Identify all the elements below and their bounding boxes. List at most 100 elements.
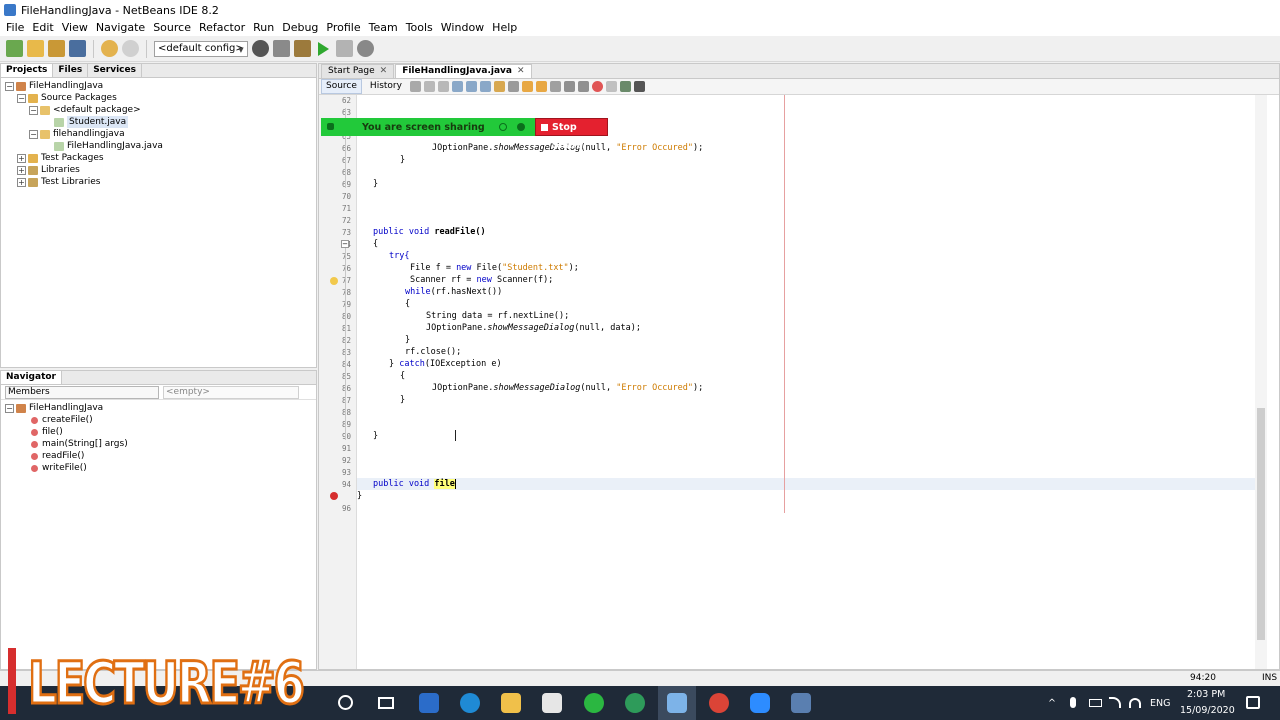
config-select[interactable]: <default config> ▼: [154, 40, 248, 57]
code-line[interactable]: {: [405, 299, 410, 309]
netbeans-taskbar-icon[interactable]: [667, 693, 687, 713]
find-next-icon[interactable]: [479, 81, 491, 92]
error-icon[interactable]: [330, 492, 338, 500]
menu-navigate[interactable]: Navigate: [92, 20, 149, 36]
microphone-icon[interactable]: [1070, 697, 1076, 708]
nav-member-item[interactable]: readFile(): [1, 450, 316, 462]
chrome-icon[interactable]: [709, 693, 729, 713]
whatsapp-icon[interactable]: [584, 693, 604, 713]
tree-item-filehandlingjava-package[interactable]: − filehandlingjava: [1, 128, 316, 140]
shift-right-icon[interactable]: [577, 81, 589, 92]
code-line[interactable]: public void file: [373, 479, 456, 489]
mail-icon[interactable]: [419, 693, 439, 713]
task-view-icon[interactable]: [378, 697, 394, 709]
menu-window[interactable]: Window: [437, 20, 488, 36]
source-mode-button[interactable]: Source: [321, 79, 362, 94]
file-explorer-icon[interactable]: [501, 693, 521, 713]
tree-item-main-java[interactable]: FileHandlingJava.java: [1, 140, 316, 152]
members-select[interactable]: Members: [5, 385, 159, 399]
tree-item-test-libraries[interactable]: + Test Libraries: [1, 176, 316, 188]
menu-debug[interactable]: Debug: [278, 20, 322, 36]
close-icon[interactable]: ✕: [380, 66, 388, 76]
open-project-icon[interactable]: [48, 40, 65, 57]
code-line[interactable]: rf.close();: [405, 347, 461, 357]
store-icon[interactable]: [542, 693, 562, 713]
clean-build-icon[interactable]: [294, 40, 311, 57]
wifi-icon[interactable]: [1129, 698, 1141, 708]
find-icon[interactable]: [451, 81, 463, 92]
stop-share-button[interactable]: Stop Share: [535, 118, 608, 151]
forward-icon[interactable]: [437, 81, 449, 92]
clock-time[interactable]: 2:03 PM: [1187, 689, 1225, 700]
code-line[interactable]: }: [405, 335, 410, 345]
nav-class-item[interactable]: − FileHandlingJava: [1, 402, 316, 414]
clock-date[interactable]: 15/09/2020: [1180, 705, 1235, 716]
tree-item-student-java[interactable]: Student.java: [1, 116, 316, 128]
uncomment-icon[interactable]: [633, 81, 645, 92]
bookmark-icon[interactable]: [507, 81, 519, 92]
code-line[interactable]: }: [400, 155, 405, 165]
tab-services[interactable]: Services: [88, 64, 142, 77]
collapse-icon[interactable]: −: [5, 403, 14, 413]
run-icon[interactable]: [318, 41, 329, 56]
menu-run[interactable]: Run: [249, 20, 278, 36]
tab-projects[interactable]: Projects: [1, 64, 54, 77]
tree-item-default-package[interactable]: − <default package>: [1, 104, 316, 116]
menu-team[interactable]: Team: [365, 20, 402, 36]
stop-macro-icon[interactable]: [605, 81, 617, 92]
battery-icon[interactable]: [1089, 699, 1102, 707]
toggle-bookmark-icon[interactable]: [549, 81, 561, 92]
code-line[interactable]: }: [373, 431, 378, 441]
code-line[interactable]: } catch(IOException e): [389, 359, 502, 369]
language-indicator[interactable]: ENG: [1150, 698, 1170, 709]
menu-source[interactable]: Source: [149, 20, 195, 36]
members-filter-select[interactable]: <empty>: [163, 385, 299, 399]
pause-share-icon[interactable]: [499, 123, 507, 131]
undo-icon[interactable]: [101, 40, 118, 57]
save-all-icon[interactable]: [69, 40, 86, 57]
menu-tools[interactable]: Tools: [402, 20, 437, 36]
menu-profile[interactable]: Profile: [322, 20, 364, 36]
nav-member-item[interactable]: createFile(): [1, 414, 316, 426]
menu-help[interactable]: Help: [488, 20, 521, 36]
screen-share-banner[interactable]: You are screen sharing: [321, 118, 535, 136]
collapse-icon[interactable]: −: [29, 129, 38, 139]
nav-member-item[interactable]: writeFile(): [1, 462, 316, 474]
code-line[interactable]: try{: [389, 251, 409, 261]
code-line[interactable]: {: [400, 371, 405, 381]
prev-bookmark-icon[interactable]: [521, 81, 533, 92]
code-line[interactable]: public void readFile(): [373, 227, 486, 237]
remote-desktop-icon[interactable]: [791, 693, 811, 713]
tree-item-libraries[interactable]: + Libraries: [1, 164, 316, 176]
code-line[interactable]: while(rf.hasNext()): [405, 287, 502, 297]
chevron-up-icon[interactable]: ^: [1048, 698, 1056, 709]
collapse-icon[interactable]: −: [5, 81, 14, 91]
next-bookmark-icon[interactable]: [535, 81, 547, 92]
tree-item-project[interactable]: − FileHandlingJava: [1, 80, 316, 92]
redo-icon[interactable]: [122, 40, 139, 57]
zoom-icon[interactable]: [750, 693, 770, 713]
collapse-icon[interactable]: −: [29, 105, 38, 115]
nav-member-item[interactable]: file(): [1, 426, 316, 438]
code-line[interactable]: {: [373, 239, 378, 249]
app-icon[interactable]: [625, 693, 645, 713]
tree-item-test-packages[interactable]: + Test Packages: [1, 152, 316, 164]
tab-navigator[interactable]: Navigator: [1, 371, 62, 384]
code-line[interactable]: }: [373, 179, 378, 189]
expand-icon[interactable]: +: [17, 177, 26, 187]
expand-icon[interactable]: +: [17, 165, 26, 175]
tab-filehandlingjava[interactable]: FileHandlingJava.java ✕: [395, 64, 532, 78]
hint-bulb-icon[interactable]: [330, 277, 338, 285]
toggle-highlight-icon[interactable]: [493, 81, 505, 92]
scrollbar-thumb[interactable]: [1257, 408, 1265, 640]
menu-file[interactable]: File: [2, 20, 28, 36]
expand-icon[interactable]: +: [17, 153, 26, 163]
code-line[interactable]: }: [357, 491, 362, 501]
close-icon[interactable]: ✕: [517, 66, 525, 76]
code-line[interactable]: JOptionPane.showMessageDialog(null, data…: [426, 323, 641, 333]
code-line[interactable]: }: [400, 395, 405, 405]
code-line[interactable]: JOptionPane.showMessageDialog(null, "Err…: [432, 383, 703, 393]
code-line[interactable]: File f = new File("Student.txt");: [410, 263, 579, 273]
tree-item-source-packages[interactable]: − Source Packages: [1, 92, 316, 104]
back-icon[interactable]: [423, 81, 435, 92]
